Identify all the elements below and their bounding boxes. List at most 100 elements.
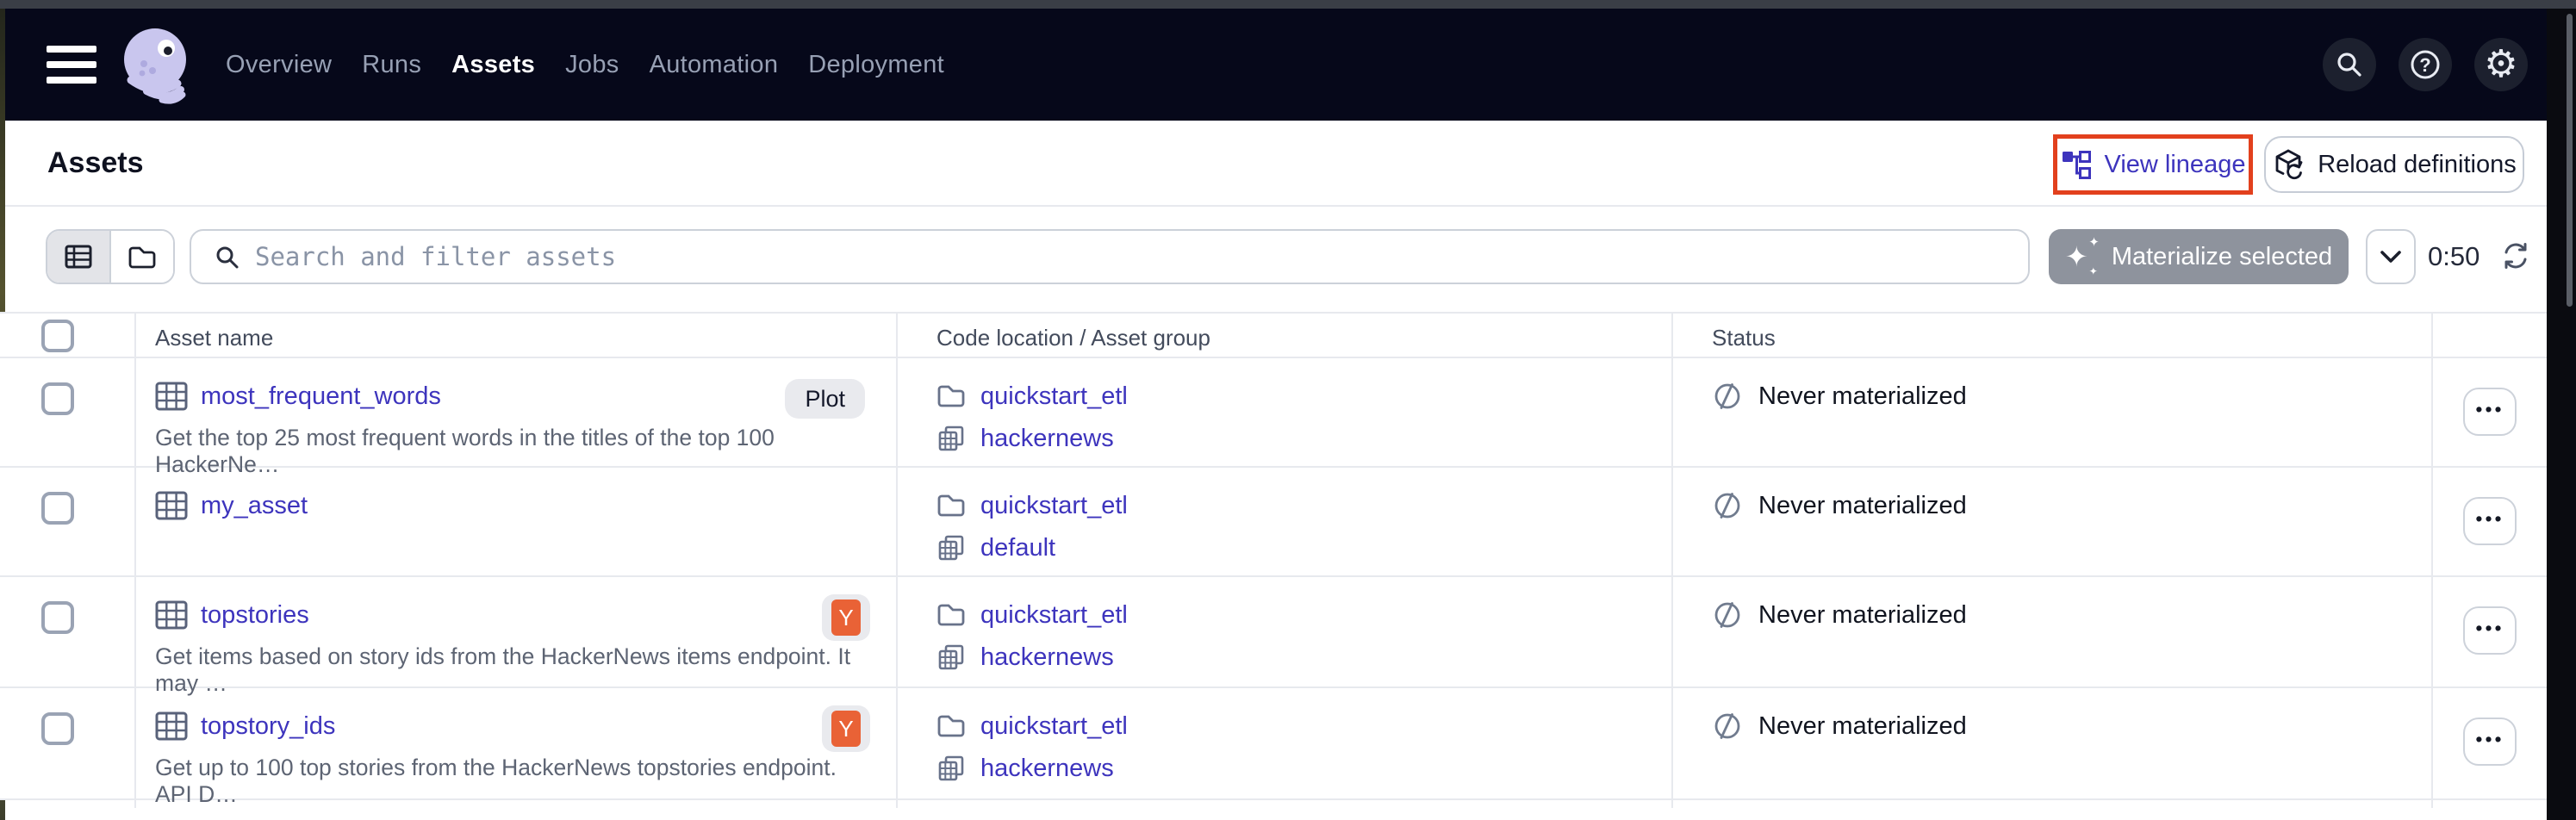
row-actions-button[interactable]: •••	[2463, 606, 2517, 655]
asset-kind-badge: Plot	[785, 379, 865, 419]
asset-search-field[interactable]	[190, 229, 2030, 284]
asset-group-icon	[936, 643, 966, 671]
asset-group-link[interactable]: hackernews	[980, 425, 1114, 453]
help-button[interactable]: ?	[2399, 38, 2452, 91]
folder-icon	[128, 244, 157, 270]
never-materialized-icon	[1712, 381, 1743, 412]
reload-cube-icon	[2272, 148, 2305, 181]
materialize-selected-label: Materialize selected	[2112, 243, 2332, 271]
view-lineage-button[interactable]: View lineage	[2053, 134, 2253, 195]
folder-icon	[936, 713, 966, 739]
nav-item-runs[interactable]: Runs	[362, 51, 421, 79]
table-row: my_asset quickstart_etl default	[0, 468, 2547, 577]
list-view-toggle[interactable]	[47, 231, 111, 283]
nav-item-assets[interactable]: Assets	[451, 51, 535, 79]
page-title: Assets	[47, 146, 144, 180]
assets-toolbar: ✦✦✦ Materialize selected 0:50	[5, 208, 2547, 312]
column-header-actions	[2431, 314, 2547, 357]
status-text: Never materialized	[1758, 382, 1967, 411]
hamburger-menu-icon[interactable]	[47, 46, 96, 84]
search-icon	[2334, 49, 2365, 80]
refresh-button[interactable]	[2498, 241, 2533, 276]
code-location-link[interactable]: quickstart_etl	[980, 712, 1128, 741]
asset-description: Get up to 100 top stories from the Hacke…	[155, 755, 870, 808]
folder-view-toggle[interactable]	[111, 231, 173, 283]
table-header-row: Asset name Code location / Asset group S…	[0, 314, 2547, 358]
nav-item-deployment[interactable]: Deployment	[808, 51, 944, 79]
gear-icon: ⚙	[2484, 46, 2517, 84]
folder-icon	[936, 493, 966, 519]
asset-group-link[interactable]: hackernews	[980, 643, 1114, 672]
dagster-assets-page: Overview Runs Assets Jobs Automation Dep…	[0, 0, 2576, 820]
table-view-icon	[65, 245, 92, 269]
svg-text:?: ?	[2419, 54, 2430, 76]
folder-icon	[936, 602, 966, 628]
dagster-logo-icon[interactable]	[119, 25, 195, 104]
ellipsis-icon: •••	[2475, 728, 2504, 751]
reload-definitions-label: Reload definitions	[2318, 151, 2517, 179]
sparkles-icon: ✦✦✦	[2065, 239, 2096, 274]
window-top-edge	[0, 0, 2576, 9]
row-actions-button[interactable]: •••	[2463, 718, 2517, 766]
status-text: Never materialized	[1758, 492, 1967, 520]
nav-item-overview[interactable]: Overview	[226, 51, 332, 79]
page-header: Assets View lineage Reload definitions	[5, 121, 2547, 207]
ellipsis-icon: •••	[2475, 507, 2504, 531]
ellipsis-icon: •••	[2475, 398, 2504, 421]
view-mode-toggle	[46, 229, 175, 284]
hackernews-kind-badge: Y	[822, 594, 870, 641]
asset-name-link[interactable]: topstory_ids	[201, 712, 335, 741]
row-checkbox[interactable]	[41, 382, 74, 415]
code-location-link[interactable]: quickstart_etl	[980, 492, 1128, 520]
browser-right-edge	[2547, 9, 2576, 820]
materialize-options-button[interactable]	[2366, 229, 2416, 284]
asset-name-link[interactable]: my_asset	[201, 492, 308, 520]
asset-group-icon	[936, 425, 966, 452]
top-navbar: Overview Runs Assets Jobs Automation Dep…	[5, 9, 2547, 121]
select-all-checkbox[interactable]	[41, 320, 74, 352]
asset-group-link[interactable]: default	[980, 534, 1055, 562]
row-actions-button[interactable]: •••	[2463, 497, 2517, 545]
asset-table-icon	[155, 711, 188, 741]
primary-nav: Overview Runs Assets Jobs Automation Dep…	[226, 51, 944, 79]
column-header-status: Status	[1671, 314, 2431, 357]
help-icon: ?	[2409, 48, 2442, 81]
code-location-link[interactable]: quickstart_etl	[980, 601, 1128, 630]
asset-group-icon	[936, 755, 966, 782]
nav-item-automation[interactable]: Automation	[650, 51, 779, 79]
hackernews-y-icon: Y	[831, 599, 861, 636]
column-header-asset-name: Asset name	[134, 314, 896, 357]
never-materialized-icon	[1712, 490, 1743, 521]
status-text: Never materialized	[1758, 601, 1967, 630]
asset-name-link[interactable]: most_frequent_words	[201, 382, 441, 411]
row-checkbox[interactable]	[41, 712, 74, 745]
nav-item-jobs[interactable]: Jobs	[565, 51, 619, 79]
status-text: Never materialized	[1758, 712, 1967, 741]
row-checkbox[interactable]	[41, 492, 74, 525]
materialize-selected-button[interactable]: ✦✦✦ Materialize selected	[2049, 229, 2349, 284]
asset-table-icon	[155, 382, 188, 411]
navbar-actions: ? ⚙	[2323, 38, 2528, 91]
reload-definitions-button[interactable]: Reload definitions	[2264, 136, 2524, 193]
search-button[interactable]	[2323, 38, 2376, 91]
row-checkbox[interactable]	[41, 601, 74, 634]
ellipsis-icon: •••	[2475, 617, 2504, 640]
search-input[interactable]	[255, 242, 2028, 271]
table-row: most_frequent_words Get the top 25 most …	[0, 358, 2547, 468]
code-location-link[interactable]: quickstart_etl	[980, 382, 1128, 411]
lineage-graph-icon	[2061, 150, 2092, 179]
hackernews-kind-badge: Y	[822, 705, 870, 752]
hackernews-y-icon: Y	[831, 711, 861, 747]
search-icon	[214, 244, 240, 270]
scrollbar[interactable]	[2567, 14, 2573, 307]
asset-group-icon	[936, 534, 966, 562]
column-header-code-location: Code location / Asset group	[896, 314, 1671, 357]
asset-group-link[interactable]: hackernews	[980, 755, 1114, 783]
never-materialized-icon	[1712, 711, 1743, 742]
settings-button[interactable]: ⚙	[2474, 38, 2528, 91]
row-actions-button[interactable]: •••	[2463, 388, 2517, 436]
refresh-countdown: 0:50	[2428, 229, 2480, 284]
folder-icon	[936, 383, 966, 409]
chevron-down-icon	[2379, 249, 2403, 264]
asset-name-link[interactable]: topstories	[201, 601, 309, 630]
